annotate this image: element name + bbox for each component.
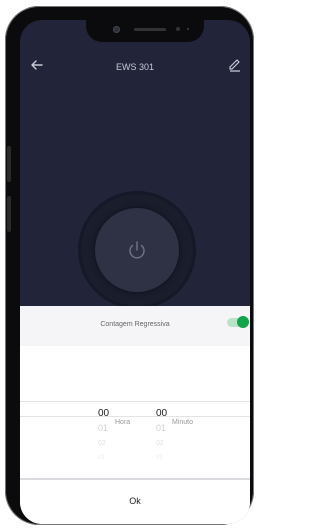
toggle-knob <box>237 316 249 328</box>
countdown-label: Contagem Regressiva <box>100 321 170 328</box>
hour-unit-label: Hora <box>115 419 131 426</box>
power-button-face <box>95 208 179 292</box>
top-bar: EWS 301 <box>20 50 250 80</box>
power-icon <box>125 238 149 262</box>
volume-up-button <box>7 146 11 182</box>
camera-icon <box>113 26 120 33</box>
ok-button[interactable]: Ok <box>20 496 250 506</box>
hour-value-selected: 00 <box>98 408 110 419</box>
minute-unit-label: Minuto <box>172 419 194 426</box>
sensor-dot <box>176 27 180 31</box>
minute-value: 01 <box>156 423 167 433</box>
edit-pencil-icon[interactable] <box>226 55 244 73</box>
sensor-dot-small <box>187 28 189 30</box>
hour-value: 01 <box>98 423 109 433</box>
speaker-grille <box>134 28 166 31</box>
countdown-toggle[interactable] <box>227 316 249 328</box>
countdown-header: Contagem Regressiva <box>20 306 250 346</box>
picker-selection-band <box>20 401 250 417</box>
volume-down-button <box>7 196 11 232</box>
power-button[interactable] <box>81 194 193 306</box>
phone-notch <box>86 20 204 42</box>
minute-value-selected: 00 <box>156 408 168 419</box>
hour-picker[interactable]: 00 01 02 03 <box>98 406 109 466</box>
ok-bar: Ok <box>20 478 250 524</box>
hour-value: 02 <box>98 440 106 447</box>
minute-picker[interactable]: 00 01 02 03 <box>156 406 167 466</box>
hour-value: 03 <box>98 455 105 461</box>
page-title: EWS 301 <box>115 62 155 72</box>
minute-value: 02 <box>156 440 164 447</box>
app-screen: EWS 301 Contagem Regressiva 00 01 02 03 … <box>20 20 250 524</box>
phone-frame: EWS 301 Contagem Regressiva 00 01 02 03 … <box>5 6 254 525</box>
minute-value: 03 <box>156 455 163 461</box>
